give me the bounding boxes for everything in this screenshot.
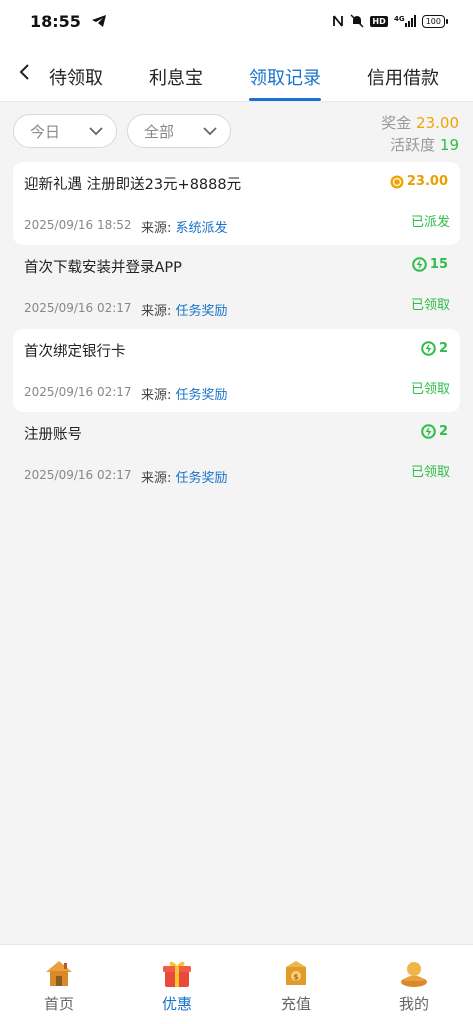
status-bar: 18:55 HD 4G 100	[0, 0, 473, 42]
source-label: 来源:	[141, 304, 172, 319]
energy-icon	[421, 341, 436, 356]
source-value: 系统派发	[175, 221, 228, 236]
record-amount-value: 2	[438, 341, 448, 356]
record-amount: 15	[412, 257, 448, 272]
record-source: 来源: 系统派发	[141, 217, 228, 236]
nav-home[interactable]: 首页	[19, 957, 99, 1014]
nav-profile[interactable]: 我的	[374, 957, 454, 1014]
coin-icon	[390, 175, 404, 188]
bonus-label: 奖金	[381, 114, 412, 132]
active-tab-indicator	[249, 98, 321, 101]
reward-summary: 奖金 23.00 活跃度 19	[381, 112, 459, 156]
back-button[interactable]	[12, 58, 36, 86]
nav-recharge-label: 充值	[280, 995, 311, 1013]
activity-label: 活跃度	[390, 136, 436, 154]
record-date: 2025/09/16 02:17	[24, 385, 132, 399]
record-item[interactable]: 首次下载安装并登录APP 15 2025/09/16 02:17 来源: 任务奖…	[13, 245, 460, 328]
chevron-down-icon	[88, 124, 104, 142]
record-amount: 23.00	[390, 174, 448, 189]
source-value: 任务奖励	[175, 388, 228, 403]
hd-icon: HD	[370, 15, 388, 27]
record-status: 已领取	[410, 382, 450, 397]
record-amount-value: 23.00	[406, 174, 448, 189]
record-amount-value: 15	[429, 257, 448, 272]
tab-credit-loan[interactable]: 信用借款	[366, 64, 440, 90]
svg-text:$: $	[293, 973, 299, 982]
date-filter-value: 今日	[30, 122, 61, 141]
nav-home-label: 首页	[43, 995, 74, 1013]
mute-bell-icon	[350, 14, 364, 28]
battery-icon: 100	[421, 14, 449, 28]
record-source: 来源: 任务奖励	[141, 300, 228, 319]
tab-records[interactable]: 领取记录	[249, 64, 321, 90]
status-time: 18:55	[30, 11, 81, 31]
home-icon	[46, 961, 72, 986]
filter-row: 今日 全部 奖金 23.00 活跃度 19	[0, 112, 473, 154]
record-title: 首次绑定银行卡	[24, 344, 126, 360]
tab-interest[interactable]: 利息宝	[148, 64, 204, 90]
date-filter-dropdown[interactable]: 今日	[13, 114, 117, 148]
record-item[interactable]: 首次绑定银行卡 2 2025/09/16 02:17 来源: 任务奖励 已领取	[13, 329, 460, 412]
signal-icon: 4G	[394, 14, 416, 28]
record-title: 首次下载安装并登录APP	[24, 260, 182, 276]
record-amount: 2	[421, 424, 448, 439]
nfc-icon	[332, 14, 344, 28]
record-item[interactable]: 迎新礼遇 注册即送23元+8888元 23.00 2025/09/16 18:5…	[13, 162, 460, 245]
record-date: 2025/09/16 02:17	[24, 301, 132, 315]
bottom-nav: 首页 优惠 $ 充值 我的	[0, 944, 473, 1024]
energy-icon	[421, 424, 436, 439]
record-title: 注册账号	[24, 427, 82, 443]
nav-promotions[interactable]: 优惠	[137, 957, 217, 1014]
wallet-icon: $	[286, 961, 306, 985]
record-amount: 2	[421, 341, 448, 356]
chevron-down-icon	[202, 124, 218, 142]
record-item[interactable]: 注册账号 2 2025/09/16 02:17 来源: 任务奖励 已领取	[13, 412, 460, 495]
record-source: 来源: 任务奖励	[141, 384, 228, 403]
source-label: 来源:	[141, 221, 172, 236]
tab-pending[interactable]: 待领取	[48, 64, 104, 90]
bonus-value: 23.00	[416, 114, 459, 132]
gift-icon	[163, 961, 191, 987]
profile-icon	[401, 962, 427, 987]
nav-promotions-label: 优惠	[161, 995, 192, 1013]
type-filter-value: 全部	[144, 122, 175, 141]
source-value: 任务奖励	[175, 304, 228, 319]
nav-profile-label: 我的	[398, 995, 429, 1013]
record-amount-value: 2	[438, 424, 448, 439]
energy-icon	[412, 257, 427, 272]
nav-recharge[interactable]: $ 充值	[256, 957, 336, 1014]
svg-text:4G: 4G	[394, 15, 405, 23]
record-date: 2025/09/16 02:17	[24, 468, 132, 482]
header-tabs: 待领取 利息宝 领取记录 信用借款	[0, 42, 473, 102]
record-title: 迎新礼遇 注册即送23元+8888元	[24, 177, 242, 193]
source-value: 任务奖励	[175, 471, 228, 486]
chevron-left-icon	[19, 64, 29, 80]
telegram-icon	[91, 14, 107, 28]
record-status: 已领取	[410, 298, 450, 313]
record-status: 已派发	[410, 215, 450, 230]
record-date: 2025/09/16 18:52	[24, 218, 132, 232]
source-label: 来源:	[141, 471, 172, 486]
record-source: 来源: 任务奖励	[141, 467, 228, 486]
type-filter-dropdown[interactable]: 全部	[127, 114, 231, 148]
source-label: 来源:	[141, 388, 172, 403]
record-status: 已领取	[410, 465, 450, 480]
activity-value: 19	[439, 136, 459, 154]
